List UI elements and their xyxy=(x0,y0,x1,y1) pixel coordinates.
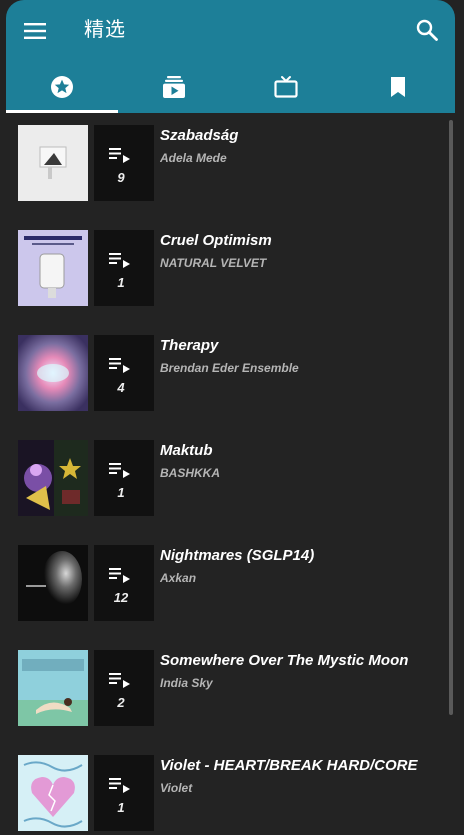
tab-bar xyxy=(6,62,455,113)
item-artist: Brendan Eder Ensemble xyxy=(160,361,299,375)
item-artist: Violet xyxy=(160,781,193,795)
app-bar: 精选 xyxy=(6,0,455,113)
track-count: 1 xyxy=(117,485,125,500)
item-title: Somewhere Over The Mystic Moon xyxy=(160,652,409,669)
album-cover xyxy=(18,440,88,516)
album-cover xyxy=(18,335,88,411)
item-title: Nightmares (SGLP14) xyxy=(160,547,315,564)
playlist-play-icon xyxy=(163,76,185,98)
album-cover xyxy=(18,125,88,201)
item-artist: NATURAL VELVET xyxy=(160,256,267,270)
tv-icon xyxy=(274,76,298,98)
playlist-icon xyxy=(109,568,130,583)
list-item[interactable]: 1 Violet - HEART/BREAK HARD/CORE Violet xyxy=(10,743,445,835)
list-item[interactable]: 1 Maktub BASHKKA xyxy=(10,428,445,533)
bookmark-icon xyxy=(391,77,405,97)
album-cover xyxy=(18,650,88,726)
playlist-icon xyxy=(109,778,130,793)
item-artist: India Sky xyxy=(160,676,213,690)
item-title: Maktub xyxy=(160,442,213,459)
track-count: 1 xyxy=(117,275,125,290)
track-count: 4 xyxy=(117,380,125,395)
menu-icon[interactable] xyxy=(23,19,47,43)
item-title: Violet - HEART/BREAK HARD/CORE xyxy=(160,757,418,774)
track-count-box: 1 xyxy=(94,230,154,306)
list-item[interactable]: 9 Szabadság Adela Mede xyxy=(10,113,445,218)
track-count-box: 12 xyxy=(94,545,154,621)
track-count: 2 xyxy=(117,695,125,710)
track-count: 1 xyxy=(117,800,125,815)
track-count-box: 1 xyxy=(94,755,154,831)
item-title: Cruel Optimism xyxy=(160,232,272,249)
playlist-icon xyxy=(109,358,130,373)
star-circle-icon xyxy=(51,76,73,98)
toolbar: 精选 xyxy=(6,0,455,62)
tab-playlists[interactable] xyxy=(118,62,230,113)
track-count-box: 9 xyxy=(94,125,154,201)
list-item[interactable]: 2 Somewhere Over The Mystic Moon India S… xyxy=(10,638,445,743)
tab-tv[interactable] xyxy=(230,62,342,113)
playlist-icon xyxy=(109,253,130,268)
item-artist: Adela Mede xyxy=(160,151,227,165)
track-count-box: 1 xyxy=(94,440,154,516)
track-count: 9 xyxy=(117,170,125,185)
page-title: 精选 xyxy=(84,19,126,41)
album-cover xyxy=(18,755,88,831)
tab-featured[interactable] xyxy=(6,62,118,113)
item-artist: Axkan xyxy=(160,571,197,585)
playlist-list: 9 Szabadság Adela Mede 1 Cruel Optimism … xyxy=(10,113,454,835)
playlist-icon xyxy=(109,673,130,688)
app-screen: 精选 9 Szabadság Adela Mede 1 Cruel Optimi… xyxy=(0,0,464,835)
playlist-icon xyxy=(109,463,130,478)
scrollbar[interactable] xyxy=(449,120,453,715)
album-cover xyxy=(18,230,88,306)
item-title: Szabadság xyxy=(160,127,239,144)
search-icon[interactable] xyxy=(415,18,439,42)
item-artist: BASHKKA xyxy=(160,466,220,480)
list-item[interactable]: 12 Nightmares (SGLP14) Axkan xyxy=(10,533,445,638)
list-item[interactable]: 1 Cruel Optimism NATURAL VELVET xyxy=(10,218,445,323)
track-count-box: 2 xyxy=(94,650,154,726)
track-count-box: 4 xyxy=(94,335,154,411)
playlist-icon xyxy=(109,148,130,163)
album-cover xyxy=(18,545,88,621)
item-title: Therapy xyxy=(160,337,219,354)
tab-bookmarks[interactable] xyxy=(342,62,454,113)
list-item[interactable]: 4 Therapy Brendan Eder Ensemble xyxy=(10,323,445,428)
track-count: 12 xyxy=(113,590,129,605)
